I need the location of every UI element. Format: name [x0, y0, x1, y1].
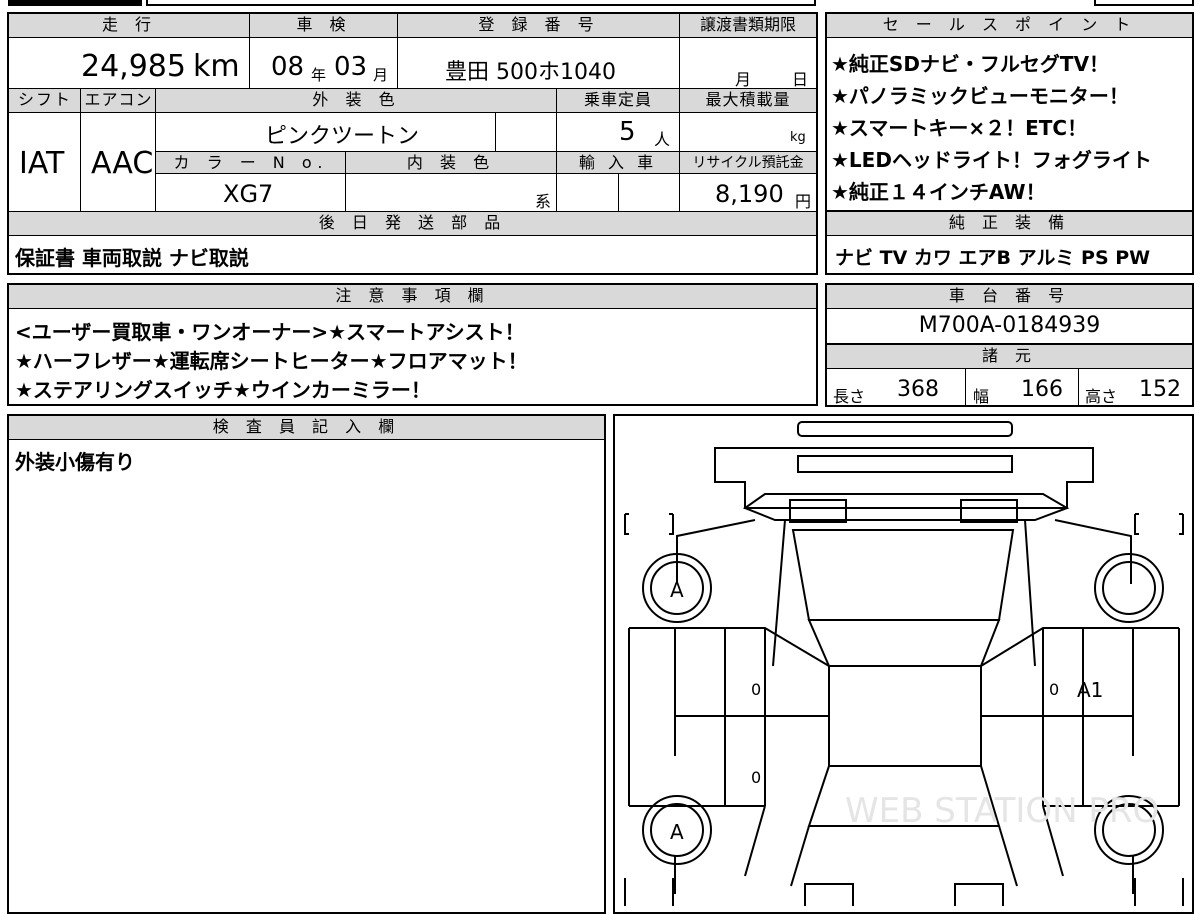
vehicle-info-table: 走 行 車 検 登 録 番 号 譲渡書類期限 24,985 km 08 年 03… — [7, 12, 818, 275]
notes-line: ★ハーフレザー★運転席シートヒーター★フロアマット！ — [15, 349, 528, 373]
shift-value: IAT — [19, 146, 65, 181]
capacity-value: 5 — [619, 117, 636, 147]
inspection-month-unit: 月 — [373, 66, 389, 84]
recycle-deposit-value: 8,190 — [715, 180, 784, 208]
sales-points-header: セ ー ル ス ポ イ ン ト — [827, 14, 1192, 38]
car-condition-diagram: A A A1 0 0 0 WEB STATION PRO — [613, 414, 1194, 914]
interior-color-unit: 系 — [535, 192, 552, 211]
exterior-color-header: 外 装 色 — [156, 89, 557, 113]
specs-box: 諸 元 長さ 368 幅 166 高さ 152 — [825, 343, 1194, 407]
notes-line: <ユーザー買取車・ワンオーナー>★スマートアシスト！ — [15, 320, 525, 344]
chassis-header: 車 台 番 号 — [827, 285, 1192, 309]
max-load-unit: kg — [790, 130, 806, 145]
damage-mark-right-door: A1 — [1077, 678, 1104, 702]
color-no-value: XG7 — [223, 180, 274, 208]
capacity-header: 乗車定員 — [557, 89, 679, 113]
inspection-header: 車 検 — [250, 14, 398, 38]
max-load-header: 最大積載量 — [680, 89, 816, 113]
genuine-equipment-value: ナビ TV カワ エアB アルミ PS PW — [835, 247, 1151, 269]
capacity-unit: 人 — [654, 130, 671, 149]
width-value: 166 — [1021, 377, 1063, 402]
damage-mark-front-left-wheel: A — [670, 578, 684, 602]
length-value: 368 — [897, 377, 939, 402]
registration-header: 登 録 番 号 — [398, 14, 680, 38]
height-label: 高さ — [1085, 387, 1118, 406]
aircon-value: AAC — [91, 146, 154, 181]
car-outline-drawing — [624, 421, 1184, 906]
height-value: 152 — [1139, 377, 1181, 402]
exterior-color-value: ピンクツートン — [265, 124, 420, 149]
zero-mark-right-front: 0 — [1049, 680, 1060, 699]
inspector-comment: 外装小傷有り — [15, 450, 135, 474]
zero-mark-left-front: 0 — [751, 680, 762, 699]
chassis-box: 車 台 番 号 M700A-0184939 — [825, 283, 1194, 345]
notes-box: 注 意 事 項 欄 <ユーザー買取車・ワンオーナー>★スマートアシスト！ ★ハー… — [7, 283, 818, 406]
watermark: WEB STATION PRO — [845, 791, 1160, 831]
inspection-month: 03 — [334, 52, 368, 82]
registration-number: 豊田 500ホ1040 — [445, 60, 616, 85]
notes-header: 注 意 事 項 欄 — [9, 285, 816, 309]
inspection-year: 08 — [271, 52, 305, 82]
shift-header: シフト — [9, 89, 81, 113]
specs-header: 諸 元 — [827, 345, 1192, 369]
length-label: 長さ — [833, 387, 866, 406]
interior-color-header: 内 装 色 — [346, 152, 556, 174]
sales-point-line: ★LEDヘッドライト！フォグライト — [831, 148, 1152, 172]
mileage-header: 走 行 — [9, 14, 250, 38]
later-parts-value: 保証書 車両取説 ナビ取説 — [15, 246, 249, 270]
inspector-box: 検 査 員 記 入 欄 外装小傷有り — [7, 414, 606, 914]
damage-mark-rear-left-wheel: A — [670, 820, 684, 844]
color-no-header: カ ラ ー N o. — [156, 152, 346, 174]
inspector-header: 検 査 員 記 入 欄 — [9, 416, 604, 440]
top-right-strip — [1094, 0, 1194, 6]
transfer-deadline-header: 譲渡書類期限 — [680, 14, 816, 38]
aircon-header: エアコン — [81, 89, 156, 113]
import-header: 輸 入 車 — [557, 152, 679, 174]
mileage-value: 24,985 — [81, 49, 186, 84]
width-label: 幅 — [973, 387, 990, 406]
transfer-day-unit: 日 — [792, 70, 809, 89]
genuine-equipment-box: 純 正 装 備 ナビ TV カワ エアB アルミ PS PW — [825, 210, 1194, 275]
recycle-deposit-header: リサイクル預託金 — [680, 152, 816, 174]
notes-line: ★ステアリングスイッチ★ウインカーミラー！ — [15, 378, 431, 402]
top-strip — [146, 0, 816, 6]
inspection-year-unit: 年 — [311, 66, 327, 84]
sales-point-line: ★純正SDナビ・フルセグTV！ — [831, 52, 1110, 76]
genuine-equipment-header: 純 正 装 備 — [827, 212, 1192, 236]
mileage-unit: km — [193, 49, 240, 84]
sales-point-line: ★パノラミックビューモニター！ — [831, 84, 1129, 108]
sales-point-line: ★スマートキー×２！ETC！ — [831, 116, 1088, 140]
later-parts-header: 後 日 発 送 部 品 — [9, 212, 816, 236]
chassis-number: M700A-0184939 — [918, 313, 1101, 338]
top-black-tab — [8, 0, 142, 6]
recycle-deposit-unit: 円 — [795, 192, 812, 211]
zero-mark-left-rear: 0 — [751, 768, 762, 787]
sales-points-box: セ ー ル ス ポ イ ン ト ★純正SDナビ・フルセグTV！ ★パノラミックビ… — [825, 12, 1194, 212]
sales-point-line: ★純正１４インチAW！ — [831, 180, 1046, 204]
transfer-month-unit: 月 — [735, 70, 752, 89]
